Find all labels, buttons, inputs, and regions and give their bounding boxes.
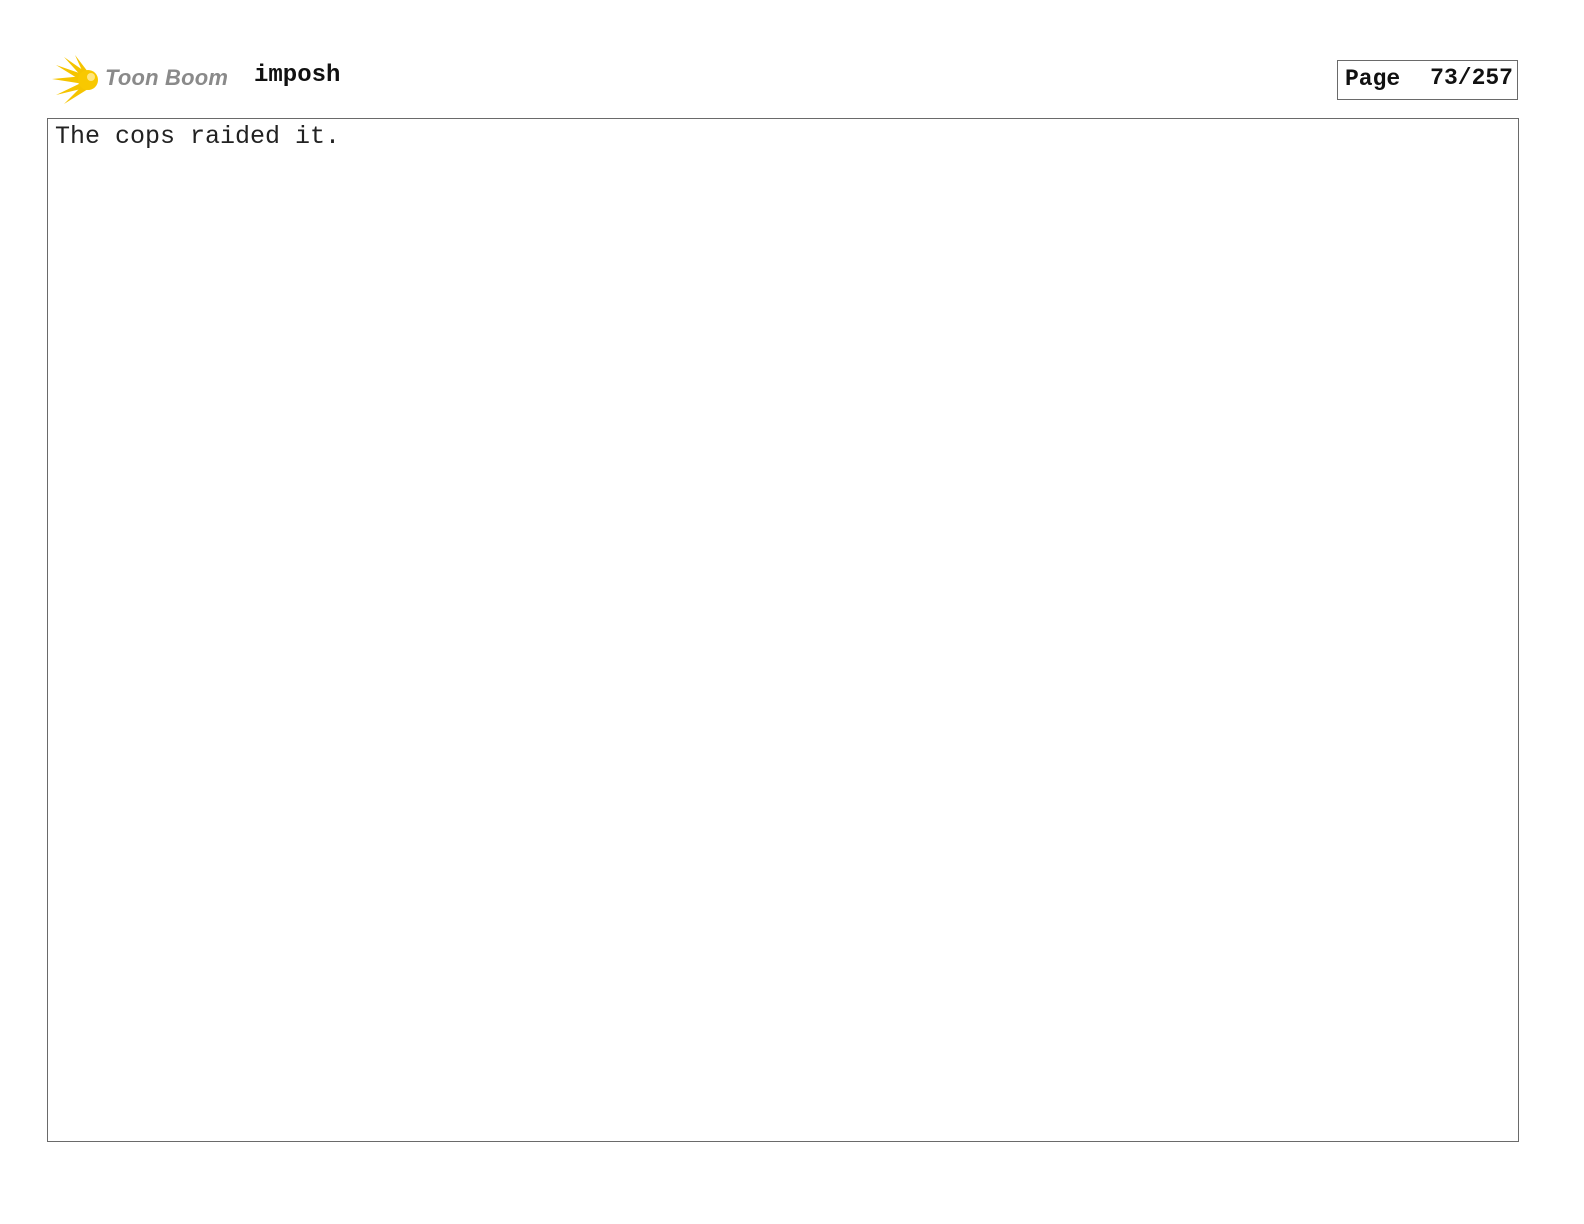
page-number: 73/257 [1430, 65, 1513, 91]
panel-caption: The cops raided it. [55, 122, 341, 151]
page-indicator: Page 73/257 [1337, 60, 1518, 100]
toon-boom-logo: Toon Boom [50, 55, 240, 107]
project-title: imposh [254, 62, 341, 89]
page-header: Toon Boom imposh Page 73/257 [0, 0, 1584, 118]
storyboard-panel: The cops raided it. [47, 118, 1519, 1142]
logo-brand-text: Toon Boom [105, 65, 229, 90]
page-label: Page [1345, 66, 1401, 92]
starburst-icon [52, 55, 98, 104]
